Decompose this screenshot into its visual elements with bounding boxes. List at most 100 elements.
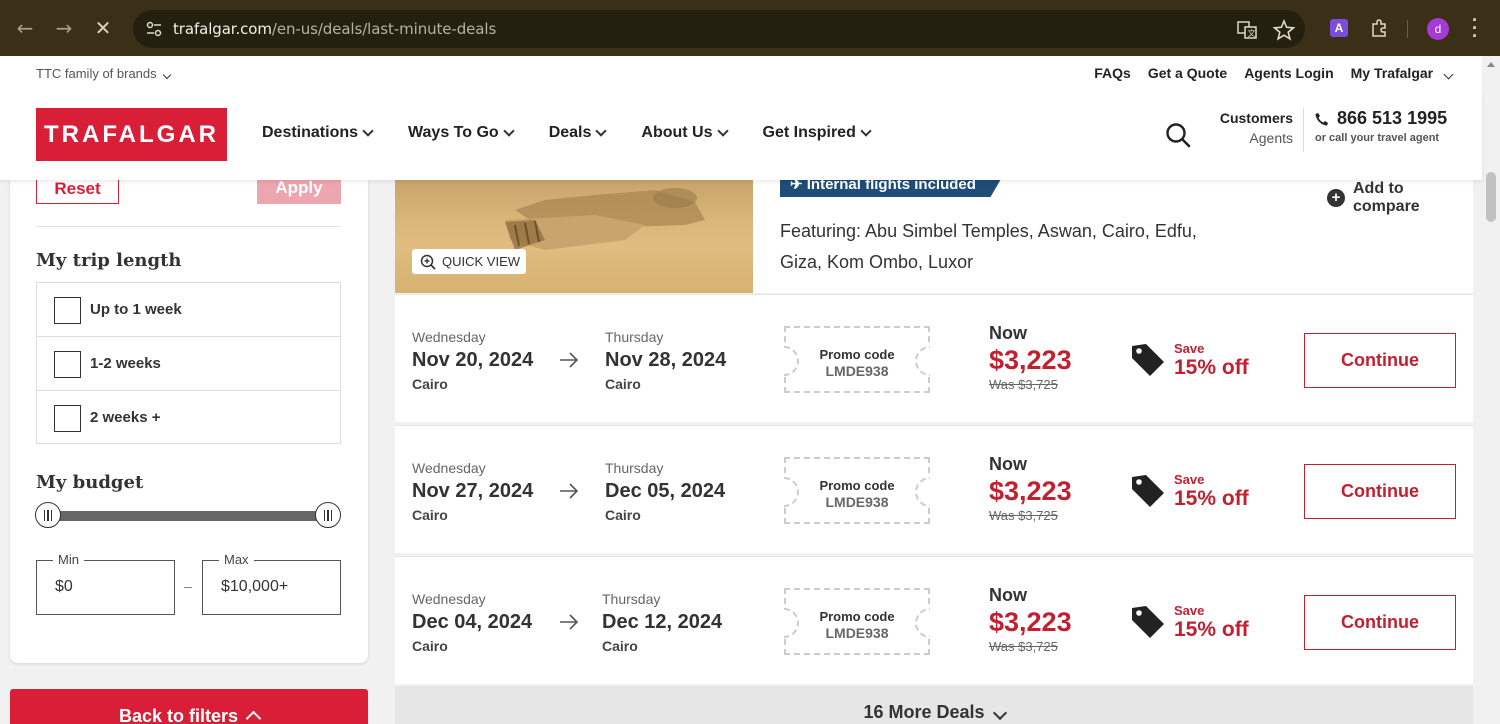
nav-label: Get Inspired	[762, 124, 856, 141]
forward-icon[interactable]: →	[53, 16, 75, 40]
start-date: Dec 04, 2024	[412, 611, 533, 633]
page-scrollbar[interactable]	[1482, 56, 1500, 724]
phone-number[interactable]: 866 513 1995	[1315, 108, 1447, 129]
ticket-notch	[784, 608, 799, 638]
scrollbar-thumb[interactable]	[1486, 172, 1496, 222]
budget-heading: My budget	[36, 472, 144, 493]
budget-max-field[interactable]: Max $10,000+	[202, 552, 341, 615]
checkbox[interactable]	[54, 297, 81, 324]
quick-view-button[interactable]: QUICK VIEW	[412, 249, 526, 274]
nav-about-us[interactable]: About Us	[641, 124, 729, 142]
agents-login-link[interactable]: Agents Login	[1244, 65, 1333, 81]
customers-toggle[interactable]: Customers	[1205, 108, 1293, 128]
filters-panel: Reset Apply My trip length Up to 1 week …	[10, 174, 368, 663]
profile-avatar[interactable]: d	[1427, 18, 1449, 40]
option-label: Up to 1 week	[90, 301, 182, 318]
promo-code: LMDE938	[825, 494, 889, 510]
zoom-in-icon	[420, 254, 436, 270]
budget-slider-track[interactable]	[46, 511, 330, 521]
bookmark-star-icon[interactable]	[1273, 19, 1295, 41]
save-label: Save	[1174, 472, 1205, 487]
deal-row: Wednesday Nov 20, 2024 Cairo Thursday No…	[395, 294, 1473, 422]
more-deals-button[interactable]: 16 More Deals	[395, 686, 1473, 724]
trip-length-option[interactable]: 1-2 weeks	[37, 337, 340, 391]
trip-length-option[interactable]: Up to 1 week	[37, 283, 340, 337]
my-trafalgar-label: My Trafalgar	[1350, 65, 1434, 81]
get-quote-link[interactable]: Get a Quote	[1148, 65, 1227, 81]
ttc-brands-dropdown[interactable]: TTC family of brands	[36, 66, 172, 81]
start-city: Cairo	[412, 638, 448, 654]
agents-toggle[interactable]: Agents	[1205, 128, 1293, 148]
plus-circle-icon: +	[1327, 189, 1345, 207]
nav-label: Deals	[548, 124, 592, 141]
start-city: Cairo	[412, 376, 448, 392]
checkbox[interactable]	[54, 351, 81, 378]
tour-image[interactable]: QUICK VIEW	[395, 180, 753, 293]
utility-bar: TTC family of brands FAQs Get a Quote Ag…	[0, 56, 1482, 92]
nav-label: About Us	[641, 124, 713, 141]
phone-icon	[1315, 112, 1328, 125]
chevron-up-icon	[245, 710, 262, 724]
promo-label: Promo code	[819, 478, 895, 493]
save-label: Save	[1174, 603, 1205, 618]
min-label: Min	[53, 552, 84, 567]
add-to-compare[interactable]: + Add to compare	[1327, 180, 1425, 216]
option-label: 2 weeks +	[90, 409, 161, 426]
back-icon[interactable]: ←	[14, 16, 36, 40]
start-day: Wednesday	[412, 460, 486, 476]
max-value[interactable]: $10,000+	[221, 578, 288, 596]
nav-label: Destinations	[262, 124, 359, 141]
chevron-down-icon	[163, 70, 172, 80]
stop-loading-icon[interactable]: ✕	[92, 16, 114, 40]
checkbox[interactable]	[54, 405, 81, 432]
translate-icon[interactable]: 文	[1236, 19, 1258, 41]
chevron-down-icon	[362, 125, 374, 137]
start-day: Wednesday	[412, 329, 486, 345]
ttc-label: TTC family of brands	[36, 66, 157, 81]
nav-deals[interactable]: Deals	[548, 124, 608, 142]
start-day: Wednesday	[412, 591, 486, 607]
max-label: Max	[219, 552, 254, 567]
now-label: Now	[989, 454, 1027, 474]
toolbar-divider	[1407, 20, 1408, 38]
now-label: Now	[989, 323, 1027, 343]
back-to-filters-button[interactable]: Back to filters	[10, 689, 368, 724]
nav-get-inspired[interactable]: Get Inspired	[762, 124, 872, 142]
address-bar[interactable]: trafalgar.com/en-us/deals/last-minute-de…	[133, 10, 1305, 48]
arrow-right-icon	[560, 352, 579, 368]
original-price: Was $3,725	[989, 508, 1058, 523]
promo-label: Promo code	[819, 347, 895, 362]
ticket-notch	[915, 477, 930, 507]
site-settings-icon[interactable]	[145, 20, 163, 38]
nav-ways-to-go[interactable]: Ways To Go	[408, 124, 515, 142]
continue-button[interactable]: Continue	[1304, 333, 1456, 388]
browser-menu-icon[interactable]: · · ·	[1472, 11, 1478, 45]
min-value[interactable]: $0	[55, 578, 73, 596]
end-day: Thursday	[602, 591, 661, 607]
search-icon[interactable]	[1165, 122, 1191, 148]
extensions-puzzle-icon[interactable]	[1369, 17, 1391, 39]
extension-a-icon[interactable]: A	[1330, 19, 1348, 37]
budget-min-handle[interactable]	[35, 502, 61, 528]
budget-max-handle[interactable]	[315, 502, 341, 528]
current-price: $3,223	[989, 476, 1072, 506]
trip-length-option[interactable]: 2 weeks +	[37, 391, 340, 445]
arrow-right-icon	[560, 614, 579, 630]
header-divider	[1303, 108, 1304, 152]
promo-code-ticket: Promo code LMDE938	[784, 457, 930, 524]
continue-button[interactable]: Continue	[1304, 464, 1456, 519]
save-percent: 15% off	[1174, 618, 1249, 641]
faqs-link[interactable]: FAQs	[1094, 65, 1131, 81]
end-day: Thursday	[605, 329, 664, 345]
continue-button[interactable]: Continue	[1304, 595, 1456, 650]
end-city: Cairo	[605, 507, 641, 523]
promo-code: LMDE938	[825, 363, 889, 379]
end-city: Cairo	[602, 638, 638, 654]
budget-min-field[interactable]: Min $0	[36, 552, 175, 615]
url-text[interactable]: trafalgar.com/en-us/deals/last-minute-de…	[173, 20, 496, 38]
range-separator: –	[184, 578, 192, 594]
nav-destinations[interactable]: Destinations	[262, 124, 374, 142]
scroll-up-arrow[interactable]	[1487, 62, 1495, 67]
trafalgar-logo[interactable]: TRAFALGAR	[36, 108, 227, 161]
my-trafalgar-dropdown[interactable]: My Trafalgar	[1350, 65, 1454, 81]
